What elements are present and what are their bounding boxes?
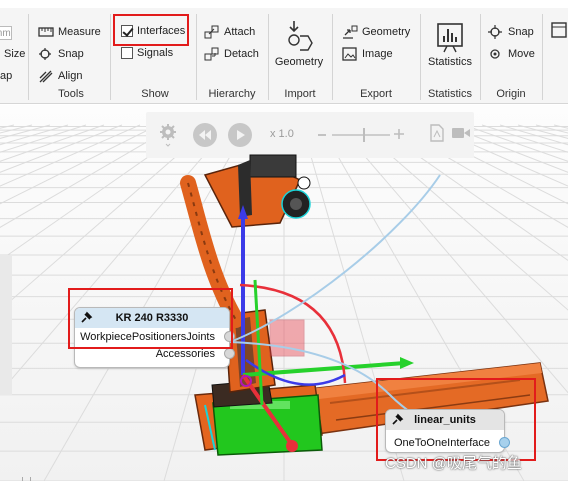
group-separator — [196, 14, 197, 100]
linear-interface-row[interactable]: OneToOneInterface — [386, 434, 510, 451]
origin-snap-button[interactable]: Snap — [488, 25, 534, 39]
export-geometry-button[interactable]: Geometry — [342, 25, 410, 39]
tools-group-label: Tools — [58, 88, 84, 100]
size-button[interactable]: Size — [4, 48, 25, 60]
interface-port[interactable] — [224, 348, 235, 359]
watermark-text: CSDN @吸尾气的鱼 — [385, 455, 522, 472]
mm-value: mm — [0, 27, 11, 39]
robot-node-header[interactable]: KR 240 R3330 — [75, 308, 229, 328]
export-image-label: Image — [362, 48, 393, 60]
linear-node-card[interactable]: linear_units OneToOneInterface — [385, 409, 510, 453]
detach-icon — [204, 47, 219, 61]
ribbon-toolbar: mm Size ap Measure Snap Align Tools Inte… — [0, 0, 568, 104]
measure-label: Measure — [58, 26, 101, 38]
next-group-button[interactable] — [549, 22, 568, 41]
mm-field[interactable]: mm — [0, 26, 12, 40]
align-label: Align — [58, 70, 83, 82]
statistics-button[interactable]: Statistics — [422, 20, 478, 68]
detach-label: Detach — [224, 48, 259, 60]
origin-move-label: Move — [508, 48, 535, 60]
pin-icon[interactable] — [81, 311, 93, 323]
show-group-label: Show — [141, 88, 169, 100]
import-group-label: Import — [284, 88, 316, 100]
interfaces-label: Interfaces — [137, 25, 186, 37]
detach-button[interactable]: Detach — [204, 47, 259, 61]
import-geometry-label: Geometry — [274, 56, 324, 68]
interface-label: WorkpiecePositionersJoints — [80, 330, 215, 343]
origin-group-label: Origin — [496, 88, 526, 100]
interface-label: Accessories — [155, 347, 215, 360]
size-label: Size — [4, 48, 26, 60]
group-separator — [268, 14, 269, 100]
attach-icon — [204, 25, 219, 39]
checkbox-unchecked-icon — [121, 47, 133, 59]
crosshair-icon — [488, 25, 502, 39]
checkbox-checked-icon — [121, 25, 133, 37]
group-separator — [110, 14, 111, 100]
attach-label: Attach — [224, 26, 256, 38]
group-separator — [332, 14, 333, 100]
statistics-label: Statistics — [427, 56, 472, 68]
move-icon — [490, 49, 500, 59]
group-separator — [542, 14, 543, 100]
window-icon — [550, 22, 567, 38]
export-group-label: Export — [360, 88, 392, 100]
statistics-icon — [437, 23, 463, 53]
tick-mark — [22, 477, 23, 481]
snap-button[interactable]: Snap — [38, 47, 84, 61]
align-icon — [39, 70, 53, 83]
import-geometry-button[interactable]: Geometry — [270, 20, 328, 68]
import-geometry-icon — [288, 21, 313, 51]
ruler-icon — [38, 27, 54, 37]
map-label: ap — [0, 70, 13, 82]
export-image-button[interactable]: Image — [342, 47, 393, 61]
3d-viewport[interactable]: x 1.0 KR 240 R3330 WorkpiecePositionersJ… — [0, 105, 568, 481]
attach-button[interactable]: Attach — [204, 25, 255, 39]
interface-port[interactable] — [224, 331, 235, 342]
hierarchy-group-label: Hierarchy — [208, 88, 256, 100]
interfaces-checkbox[interactable]: Interfaces — [121, 25, 185, 37]
interface-label: OneToOneInterface — [393, 436, 490, 449]
snap-label: Snap — [58, 48, 84, 60]
export-geometry-label: Geometry — [362, 26, 411, 38]
map-button[interactable]: ap — [0, 70, 14, 82]
image-icon — [342, 47, 357, 61]
ribbon-top-strip — [0, 0, 568, 8]
robot-interface-row[interactable]: Accessories — [75, 345, 235, 362]
signals-label: Signals — [137, 47, 174, 59]
align-button[interactable]: Align — [38, 69, 82, 83]
robot-node-card[interactable]: KR 240 R3330 WorkpiecePositionersJoints … — [74, 307, 235, 368]
group-separator — [420, 14, 421, 100]
signals-checkbox[interactable]: Signals — [121, 47, 173, 59]
group-separator — [28, 14, 29, 100]
snap-icon — [39, 48, 51, 60]
linear-node-title: linear_units — [414, 414, 476, 426]
export-geometry-icon — [343, 25, 358, 39]
origin-snap-label: Snap — [508, 26, 534, 38]
robot-arm — [180, 154, 311, 408]
tick-mark — [30, 477, 31, 481]
measure-button[interactable]: Measure — [38, 25, 101, 39]
group-separator — [480, 14, 481, 100]
linear-node-header[interactable]: linear_units — [386, 410, 504, 430]
robot-node-title: KR 240 R3330 — [115, 312, 189, 324]
interface-port[interactable] — [499, 437, 510, 448]
statistics-group-label: Statistics — [427, 88, 472, 100]
pin-icon[interactable] — [392, 413, 404, 425]
app-window: mm Size ap Measure Snap Align Tools Inte… — [0, 0, 568, 481]
robot-interface-row[interactable]: WorkpiecePositionersJoints — [75, 328, 235, 345]
origin-move-button[interactable]: Move — [488, 47, 535, 61]
